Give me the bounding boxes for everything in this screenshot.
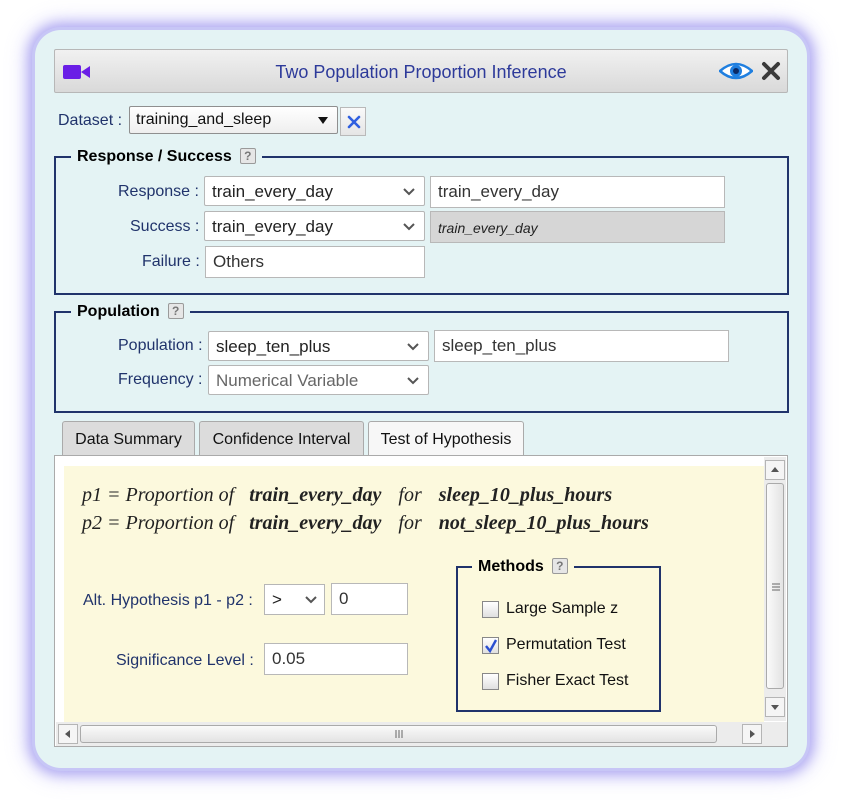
tab-panel: p1 = Proportion of train_every_day for s… — [54, 455, 788, 747]
checkbox[interactable] — [482, 673, 499, 690]
horizontal-scrollbar[interactable] — [56, 722, 765, 746]
population-legend: Population? — [71, 303, 190, 321]
frequency-select[interactable]: Numerical Variable — [208, 365, 429, 395]
failure-label: Failure : — [142, 253, 200, 270]
title-bar: Two Population Proportion Inference — [54, 49, 788, 93]
checkbox-checked[interactable] — [482, 637, 499, 654]
grip-icon — [395, 730, 403, 738]
scrollbar-corner — [765, 722, 787, 746]
p1-definition: p1 = Proportion of train_every_day for s… — [82, 484, 613, 506]
methods-legend: Methods? — [472, 558, 574, 576]
clear-dataset-button[interactable] — [340, 107, 366, 136]
clear-x-icon — [347, 115, 361, 129]
tab-data-summary[interactable]: Data Summary — [62, 421, 195, 457]
alt-value-field[interactable]: 0 — [331, 583, 408, 615]
checkmark-icon — [485, 639, 498, 653]
dataset-select[interactable]: training_and_sleep — [129, 106, 338, 134]
help-icon[interactable]: ? — [239, 148, 256, 164]
horizontal-scroll-thumb[interactable] — [80, 725, 717, 743]
response-success-legend: Response / Success? — [71, 148, 262, 166]
scroll-up-button[interactable] — [765, 460, 785, 480]
vertical-scroll-thumb[interactable] — [766, 483, 784, 689]
p2-variable: train_every_day — [249, 512, 382, 534]
window-title: Two Population Proportion Inference — [275, 62, 567, 82]
scroll-right-button[interactable] — [742, 724, 762, 744]
eye-icon[interactable] — [718, 61, 754, 86]
significance-label: Significance Level : — [116, 652, 254, 669]
dataset-label: Dataset : — [58, 112, 123, 129]
checkbox[interactable] — [482, 601, 499, 618]
tab-test-of-hypothesis[interactable]: Test of Hypothesis — [368, 421, 524, 458]
success-display: train_every_day — [430, 211, 725, 243]
chevron-down-icon — [403, 188, 415, 196]
population-select[interactable]: sleep_ten_plus — [208, 331, 429, 361]
dropdown-triangle-icon — [318, 117, 328, 124]
dataset-value: training_and_sleep — [136, 111, 272, 128]
hypothesis-content: p1 = Proportion of train_every_day for s… — [64, 466, 764, 722]
vertical-scrollbar[interactable] — [764, 457, 786, 721]
alt-operator-select[interactable]: > — [264, 584, 325, 615]
failure-field[interactable]: Others — [205, 246, 425, 278]
success-label: Success : — [130, 218, 200, 235]
chevron-down-icon — [407, 343, 419, 351]
chevron-down-icon — [403, 223, 415, 231]
arrow-left-icon — [65, 730, 70, 738]
scroll-left-button[interactable] — [58, 724, 78, 744]
p2-definition: p2 = Proportion of train_every_day for n… — [82, 512, 649, 534]
population-label: Population : — [118, 337, 203, 354]
response-field[interactable]: train_every_day — [430, 176, 725, 208]
population-field[interactable]: sleep_ten_plus — [434, 330, 729, 362]
methods-group: Methods? Large Sample z Permutation Test… — [456, 558, 661, 712]
p1-group: sleep_10_plus_hours — [438, 484, 613, 506]
help-icon[interactable]: ? — [167, 303, 184, 319]
alt-hypothesis-label: Alt. Hypothesis p1 - p2 : — [83, 592, 253, 609]
grip-icon — [772, 583, 780, 591]
response-label: Response : — [118, 183, 199, 200]
p2-group: not_sleep_10_plus_hours — [438, 512, 649, 534]
response-select[interactable]: train_every_day — [204, 176, 425, 206]
frequency-label: Frequency : — [118, 371, 203, 388]
success-select[interactable]: train_every_day — [204, 211, 425, 241]
arrow-up-icon — [771, 467, 779, 472]
help-icon[interactable]: ? — [551, 558, 568, 574]
significance-field[interactable]: 0.05 — [264, 643, 408, 675]
close-icon[interactable] — [761, 61, 781, 86]
arrow-right-icon — [750, 730, 755, 738]
scroll-down-button[interactable] — [765, 697, 785, 717]
p1-variable: train_every_day — [249, 484, 382, 506]
chevron-down-icon — [407, 377, 419, 385]
tab-confidence-interval[interactable]: Confidence Interval — [199, 421, 364, 457]
chevron-down-icon — [305, 596, 317, 604]
arrow-down-icon — [771, 705, 779, 710]
